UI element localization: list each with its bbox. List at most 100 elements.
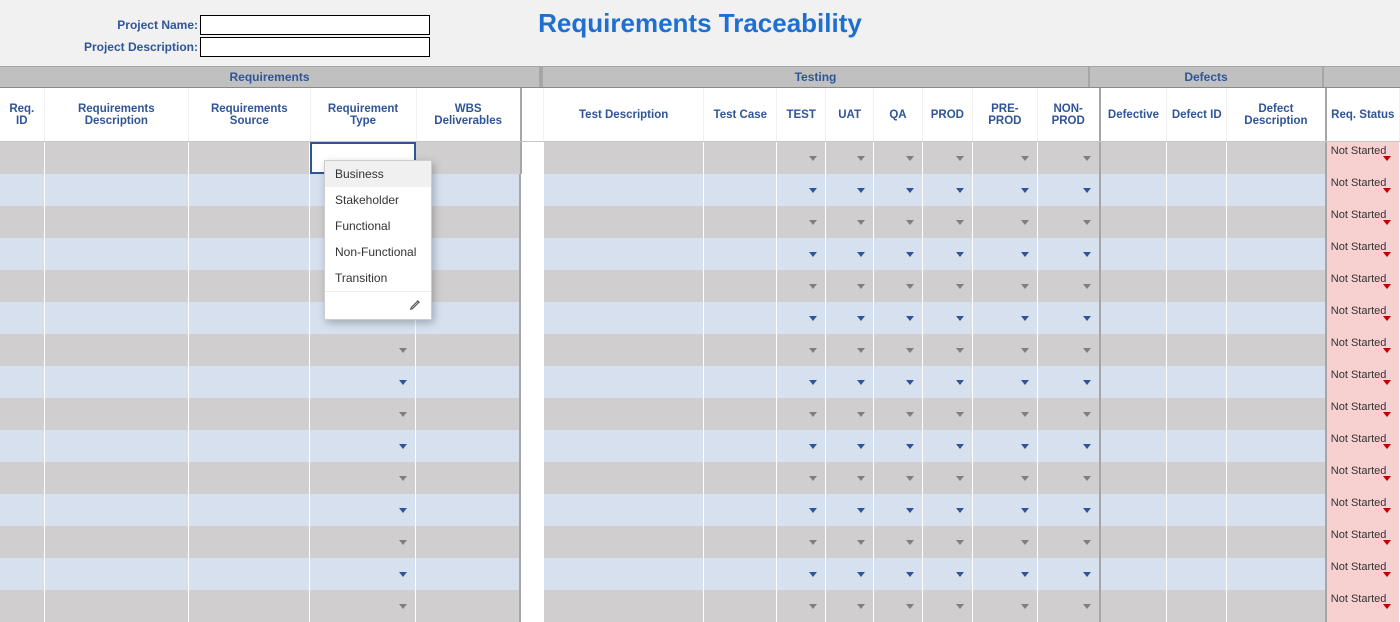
cell-nonprod[interactable] (1038, 206, 1101, 238)
cell-nonprod[interactable] (1038, 558, 1101, 590)
dropdown-option[interactable]: Business (325, 161, 431, 187)
req-type-dropdown[interactable]: BusinessStakeholderFunctionalNon-Functio… (324, 160, 432, 320)
cell-defect-id[interactable] (1167, 206, 1227, 238)
cell-preprod[interactable] (973, 462, 1038, 494)
cell-test-desc[interactable] (544, 206, 704, 238)
cell-defective[interactable] (1101, 558, 1168, 590)
cell-nonprod[interactable] (1038, 462, 1101, 494)
cell-qa[interactable] (874, 302, 922, 334)
cell-test-desc[interactable] (544, 366, 704, 398)
cell-preprod[interactable] (973, 174, 1038, 206)
cell-prod[interactable] (923, 430, 973, 462)
cell-defect-id[interactable] (1167, 430, 1227, 462)
cell-req-id[interactable] (0, 238, 45, 270)
cell-req-id[interactable] (0, 142, 45, 174)
cell-defect-id[interactable] (1167, 174, 1227, 206)
cell-req-type[interactable] (310, 398, 416, 430)
cell-uat[interactable] (826, 174, 874, 206)
cell-prod[interactable] (923, 494, 973, 526)
cell-req-id[interactable] (0, 590, 45, 622)
cell-req-status[interactable]: Not Started (1327, 590, 1400, 622)
cell-prod[interactable] (923, 462, 973, 494)
cell-defect-id[interactable] (1167, 302, 1227, 334)
cell-defect-id[interactable] (1167, 526, 1227, 558)
cell-defect-id[interactable] (1167, 462, 1227, 494)
cell-test-desc[interactable] (544, 430, 704, 462)
cell-prod[interactable] (923, 590, 973, 622)
cell-req-src[interactable] (189, 590, 310, 622)
cell-defect-id[interactable] (1167, 142, 1227, 174)
cell-preprod[interactable] (973, 366, 1038, 398)
cell-defect-desc[interactable] (1227, 174, 1326, 206)
cell-req-type[interactable] (310, 430, 416, 462)
cell-defect-desc[interactable] (1227, 334, 1326, 366)
cell-uat[interactable] (826, 270, 874, 302)
dropdown-option[interactable]: Transition (325, 265, 431, 291)
dropdown-option[interactable]: Functional (325, 213, 431, 239)
cell-qa[interactable] (874, 430, 922, 462)
cell-req-src[interactable] (189, 174, 310, 206)
cell-defect-id[interactable] (1167, 398, 1227, 430)
cell-req-src[interactable] (189, 526, 310, 558)
cell-req-id[interactable] (0, 494, 45, 526)
cell-defective[interactable] (1101, 142, 1168, 174)
cell-defect-id[interactable] (1167, 334, 1227, 366)
cell-test-case[interactable] (704, 430, 777, 462)
cell-req-desc[interactable] (45, 270, 189, 302)
cell-test-case[interactable] (704, 142, 777, 174)
cell-preprod[interactable] (973, 238, 1038, 270)
cell-test-desc[interactable] (544, 174, 704, 206)
cell-req-type[interactable] (310, 526, 416, 558)
cell-defect-desc[interactable] (1227, 238, 1326, 270)
cell-wbs[interactable] (416, 206, 521, 238)
cell-test-case[interactable] (704, 334, 777, 366)
cell-defective[interactable] (1101, 302, 1168, 334)
cell-test-desc[interactable] (544, 398, 704, 430)
cell-wbs[interactable] (416, 142, 521, 174)
cell-wbs[interactable] (416, 302, 521, 334)
cell-test[interactable] (777, 270, 825, 302)
cell-wbs[interactable] (416, 334, 521, 366)
cell-req-src[interactable] (189, 430, 310, 462)
cell-uat[interactable] (826, 430, 874, 462)
cell-test-case[interactable] (704, 494, 777, 526)
cell-req-desc[interactable] (45, 334, 189, 366)
cell-req-desc[interactable] (45, 494, 189, 526)
cell-test-desc[interactable] (544, 270, 704, 302)
cell-defective[interactable] (1101, 270, 1168, 302)
cell-defect-desc[interactable] (1227, 366, 1326, 398)
cell-defect-desc[interactable] (1227, 590, 1326, 622)
cell-wbs[interactable] (416, 398, 521, 430)
cell-uat[interactable] (826, 302, 874, 334)
cell-req-id[interactable] (0, 558, 45, 590)
cell-test[interactable] (777, 462, 825, 494)
cell-req-desc[interactable] (45, 526, 189, 558)
cell-prod[interactable] (923, 526, 973, 558)
cell-wbs[interactable] (416, 270, 521, 302)
cell-qa[interactable] (874, 270, 922, 302)
cell-wbs[interactable] (416, 366, 521, 398)
cell-req-src[interactable] (189, 558, 310, 590)
cell-test-desc[interactable] (544, 526, 704, 558)
cell-test-desc[interactable] (544, 238, 704, 270)
cell-nonprod[interactable] (1038, 174, 1101, 206)
cell-req-status[interactable]: Not Started (1327, 174, 1400, 206)
cell-defective[interactable] (1101, 526, 1168, 558)
cell-uat[interactable] (826, 238, 874, 270)
cell-preprod[interactable] (973, 558, 1038, 590)
cell-uat[interactable] (826, 334, 874, 366)
cell-test[interactable] (777, 558, 825, 590)
cell-nonprod[interactable] (1038, 494, 1101, 526)
cell-qa[interactable] (874, 334, 922, 366)
cell-nonprod[interactable] (1038, 398, 1101, 430)
cell-defect-desc[interactable] (1227, 558, 1326, 590)
cell-wbs[interactable] (416, 430, 521, 462)
cell-wbs[interactable] (416, 526, 521, 558)
cell-req-status[interactable]: Not Started (1327, 270, 1400, 302)
cell-req-desc[interactable] (45, 142, 189, 174)
cell-req-src[interactable] (189, 398, 310, 430)
cell-qa[interactable] (874, 238, 922, 270)
cell-preprod[interactable] (973, 334, 1038, 366)
cell-defective[interactable] (1101, 494, 1168, 526)
cell-prod[interactable] (923, 558, 973, 590)
